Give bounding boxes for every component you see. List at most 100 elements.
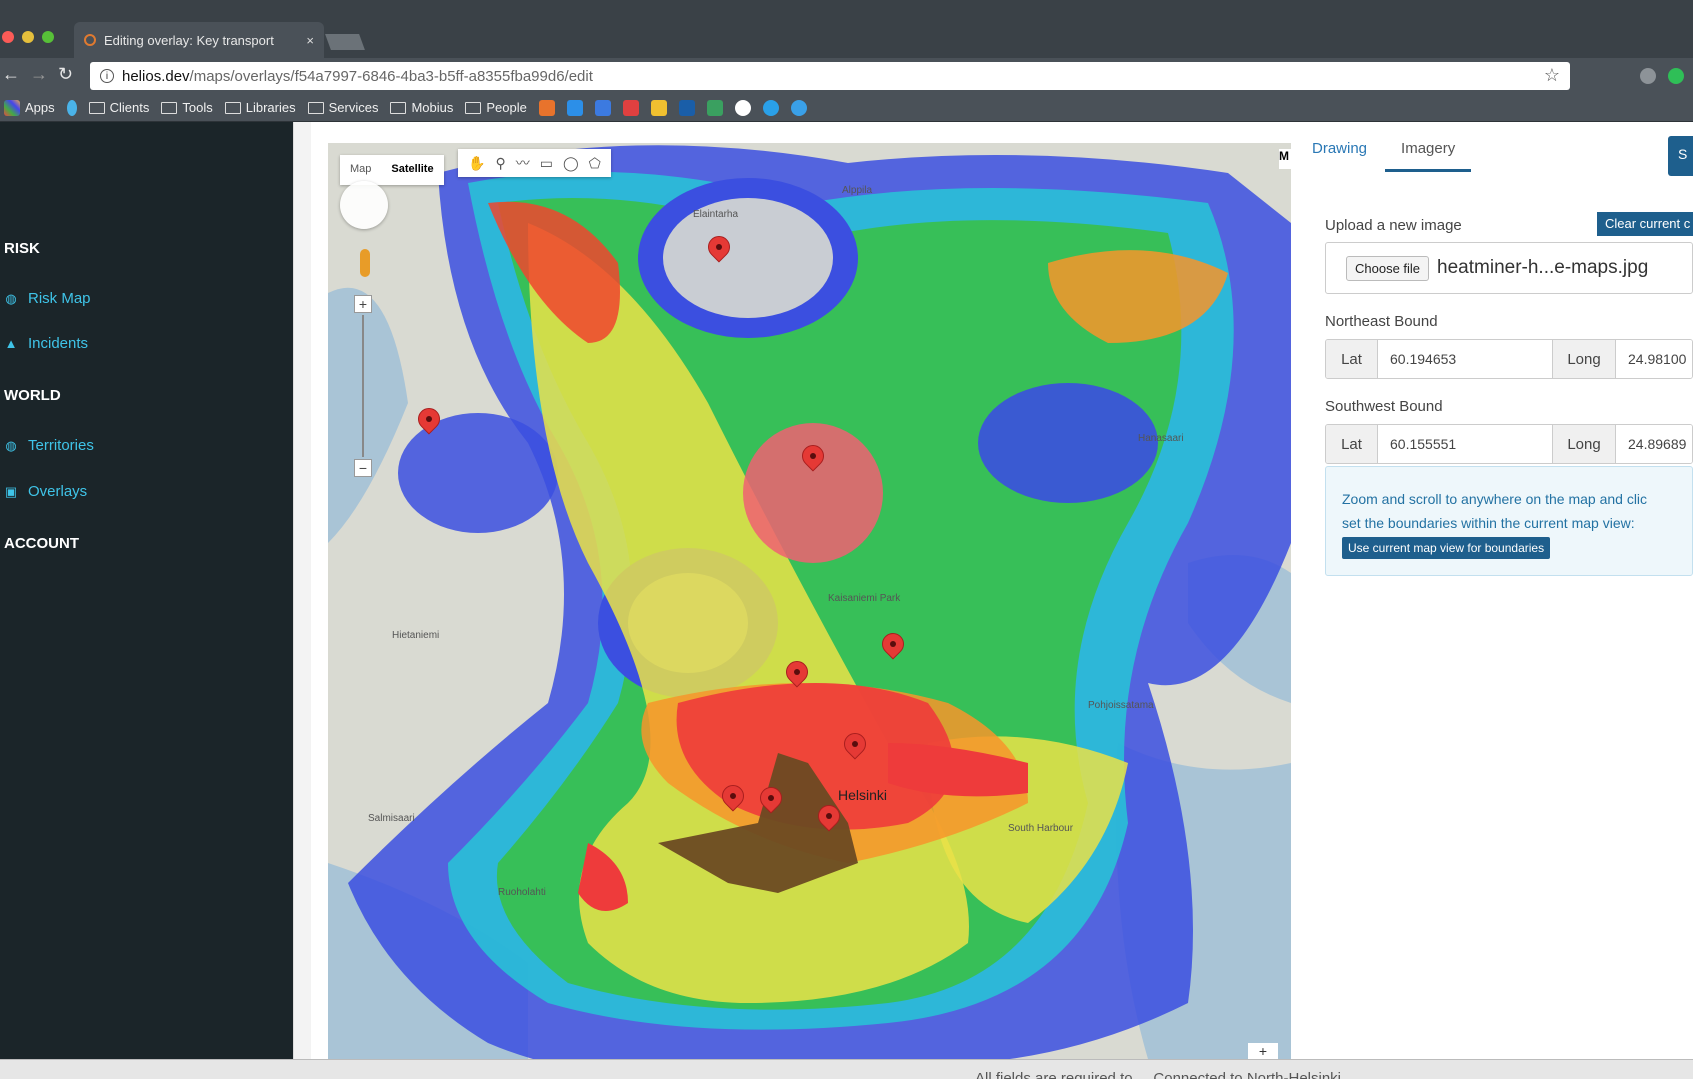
map-label-pohjoissatama: Pohjoissatama — [1088, 700, 1154, 711]
map-zoom-plus-corner[interactable]: + — [1248, 1043, 1278, 1059]
upload-label: Upload a new image — [1325, 217, 1462, 234]
boundaries-info-box: Zoom and scroll to anywhere on the map a… — [1325, 466, 1693, 576]
bookmark-tools[interactable]: Tools — [161, 100, 213, 115]
lat-addon: Lat — [1326, 425, 1378, 463]
extension-green-icon[interactable] — [1668, 68, 1684, 84]
hand-icon[interactable]: ✋ — [468, 155, 485, 172]
maximize-window-button[interactable] — [42, 31, 54, 43]
sidebar-item-risk-map[interactable]: ◍ Risk Map — [4, 290, 90, 307]
bookmark-libraries[interactable]: Libraries — [224, 100, 296, 115]
minimize-window-button[interactable] — [22, 31, 34, 43]
northeast-long-input[interactable]: 24.98100 — [1616, 340, 1692, 378]
southwest-long-input[interactable]: 24.89689 — [1616, 425, 1692, 463]
map-type-satellite-button[interactable]: Satellite — [381, 155, 443, 185]
globe-icon: ◍ — [5, 437, 17, 453]
clear-current-button[interactable]: Clear current c — [1597, 212, 1693, 236]
bookmark-services[interactable]: Services — [307, 100, 378, 115]
choose-file-button[interactable]: Choose file — [1346, 255, 1430, 281]
browser-tab[interactable]: Editing overlay: Key transport × — [74, 22, 324, 58]
zoom-in-button[interactable]: + — [354, 295, 372, 313]
map-label-alppila: Alppila — [842, 185, 873, 196]
folder-icon — [390, 101, 407, 114]
file-upload-field[interactable]: Choose file heatminer-h...e-maps.jpg — [1325, 242, 1693, 294]
southwest-bound-label: Southwest Bound — [1325, 398, 1443, 415]
southwest-bound-row: Lat 60.155551 Long 24.89689 — [1325, 424, 1693, 464]
marker-icon[interactable]: ⚲ — [495, 155, 505, 172]
folder-blue-icon[interactable] — [566, 99, 583, 116]
section-heading-risk: RISK — [4, 240, 40, 257]
map-label-ruoholahti: Ruoholahti — [498, 887, 546, 898]
southwest-lat-input[interactable]: 60.155551 — [1378, 425, 1552, 463]
check-icon[interactable] — [594, 99, 611, 116]
globe-icon: ◍ — [5, 290, 17, 306]
loading-icon — [84, 34, 96, 46]
zoom-slider[interactable] — [362, 315, 364, 457]
info-blue-icon[interactable] — [762, 99, 779, 116]
map-label-helsinki: Helsinki — [838, 787, 888, 803]
back-icon[interactable]: ← — [2, 64, 20, 85]
use-current-view-button[interactable]: Use current map view for boundaries — [1342, 537, 1551, 559]
polygon-icon[interactable]: ⬠ — [589, 155, 601, 172]
map-label-salmisaari: Salmisaari — [368, 813, 415, 824]
pan-control[interactable] — [340, 181, 388, 229]
tab-imagery[interactable]: Imagery — [1385, 140, 1472, 172]
polyline-icon[interactable]: 〰 — [516, 153, 530, 173]
status-text: All fields are required to ... Connected… — [975, 1070, 1342, 1079]
folder-icon — [307, 101, 324, 114]
long-addon: Long — [1552, 340, 1616, 378]
sidebar-item-overlays[interactable]: ▣ Overlays — [4, 483, 87, 500]
map-type-control: Map Satellite — [340, 155, 444, 185]
url-path: /maps/overlays/f54a7997-6846-4ba3-b5ff-a… — [189, 67, 593, 85]
bookmark-clients[interactable]: Clients — [88, 100, 149, 115]
reload-icon[interactable]: ↻ — [58, 64, 73, 85]
map-canvas[interactable]: Elaintarha Alppila Helsinki Hietaniemi K… — [328, 143, 1291, 1059]
info-text-line2: set the boundaries within the current ma… — [1342, 515, 1635, 531]
bookmark-people[interactable]: People — [465, 100, 527, 115]
long-addon: Long — [1552, 425, 1616, 463]
new-tab-button[interactable] — [325, 34, 365, 50]
map-label-south-harbour: South Harbour — [1008, 823, 1074, 834]
bookmark-apps[interactable]: Apps — [4, 99, 55, 116]
drop-icon[interactable] — [66, 99, 77, 116]
verified-icon[interactable] — [790, 99, 807, 116]
section-heading-account: ACCOUNT — [4, 535, 79, 552]
folder-icon — [161, 101, 178, 114]
zoom-out-button[interactable]: − — [354, 459, 372, 477]
folder-icon — [465, 101, 482, 114]
file-name: heatminer-h...e-maps.jpg — [1437, 257, 1649, 278]
circle-icon[interactable]: ◯ — [563, 155, 579, 172]
folder-icon — [224, 101, 241, 114]
gmail-icon[interactable] — [622, 99, 639, 116]
northeast-lat-input[interactable]: 60.194653 — [1378, 340, 1552, 378]
tab-drawing[interactable]: Drawing — [1312, 140, 1367, 172]
sidebar-item-territories[interactable]: ◍ Territories — [4, 437, 94, 454]
map-label-hietaniemi: Hietaniemi — [392, 630, 440, 641]
forward-icon[interactable]: → — [30, 64, 48, 85]
save-button[interactable]: S — [1668, 136, 1693, 176]
street-view-pegman-icon[interactable] — [360, 249, 370, 277]
address-bar[interactable]: i helios.dev /maps/overlays/f54a7997-684… — [90, 62, 1570, 90]
close-window-button[interactable] — [2, 31, 14, 43]
map-fullscreen-control[interactable]: M — [1279, 149, 1291, 169]
lat-addon: Lat — [1326, 340, 1378, 378]
folder-icon — [88, 101, 105, 114]
tab-close-icon[interactable]: × — [306, 33, 314, 48]
northeast-bound-label: Northeast Bound — [1325, 313, 1438, 330]
drive-icon[interactable] — [650, 99, 667, 116]
info-icon[interactable]: i — [100, 69, 114, 83]
tab-title: Editing overlay: Key transport — [104, 32, 274, 48]
heatmap-overlay — [328, 143, 1291, 1059]
drawing-toolbar: ✋ ⚲ 〰 ▭ ◯ ⬠ — [458, 149, 611, 177]
extension-shield-icon[interactable] — [1640, 68, 1656, 84]
pencil-icon[interactable] — [706, 99, 723, 116]
content-gutter — [293, 122, 311, 1059]
trello-icon[interactable] — [678, 99, 695, 116]
bookmarks-bar: Apps Clients Tools Libraries Services Mo… — [0, 94, 1693, 122]
bookmark-star-icon[interactable]: ☆ — [1544, 65, 1560, 86]
image-icon: ▣ — [4, 483, 18, 499]
google-icon[interactable] — [734, 99, 751, 116]
bookmark-mobius[interactable]: Mobius — [390, 100, 453, 115]
hash-icon[interactable] — [538, 99, 555, 116]
sidebar-item-incidents[interactable]: ▲ Incidents — [4, 335, 88, 352]
rectangle-icon[interactable]: ▭ — [540, 155, 553, 172]
